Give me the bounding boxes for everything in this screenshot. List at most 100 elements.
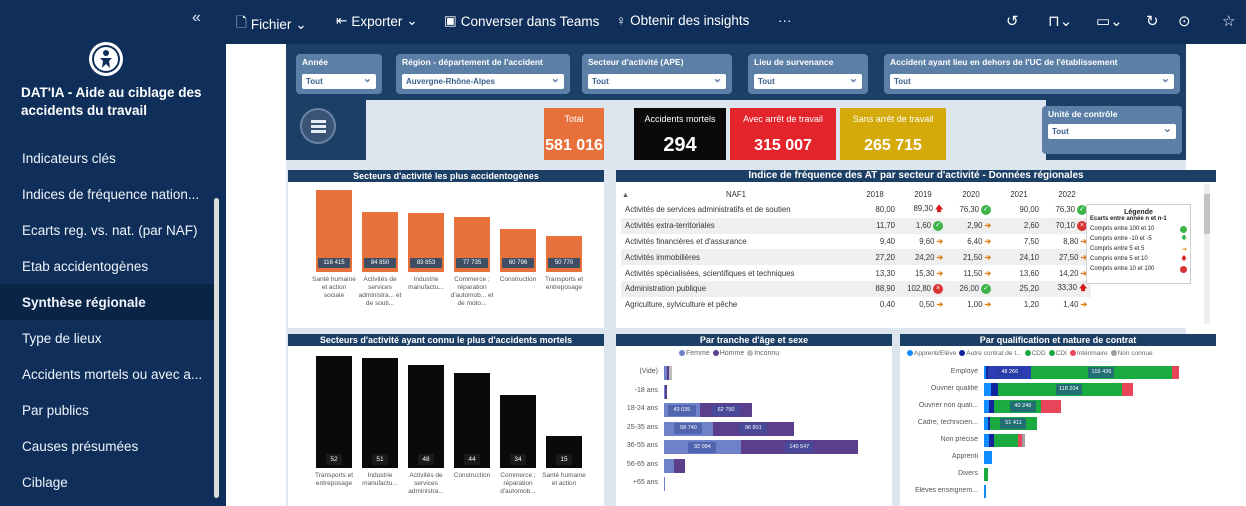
nav-item-causes-presumees[interactable]: Causes présumées (0, 428, 216, 464)
nav-item-etab-accidentogenes[interactable]: Etab accidentogènes (0, 248, 216, 284)
slicer-unite-controle[interactable]: Unité de contrôle Tout (1042, 106, 1182, 154)
table-row[interactable]: Activités de services administratifs et … (621, 202, 1091, 218)
age-label: 56-65 ans (626, 460, 658, 468)
table-row[interactable]: Activités spécialisées, scientifiques et… (621, 265, 1091, 281)
bar-segment[interactable] (984, 451, 993, 464)
comment-icon[interactable]: ⊙ (1178, 12, 1191, 30)
nav-item-ecarts-reg-nat[interactable]: Ecarts reg. vs. nat. (par NAF) (0, 212, 216, 248)
data-label: 62 790 (712, 404, 741, 416)
bar-segment[interactable] (997, 383, 1016, 396)
table-row[interactable]: Activités financières et d'assurance 9,40… (621, 234, 1091, 250)
data-label: 140 547 (785, 441, 814, 453)
collapse-sidebar-icon[interactable]: « (192, 9, 201, 27)
col-header-2018[interactable]: 2018 (851, 187, 899, 202)
bookmark-icon[interactable]: ⊓⌄ (1048, 12, 1072, 30)
more-options-button[interactable]: ··· (778, 13, 792, 28)
nav-item-synthese-regionale[interactable]: Synthèse régionale (0, 284, 216, 320)
panel-title: Secteurs d'activité les plus accidentogè… (288, 170, 604, 182)
table-row[interactable]: Activités extra-territoriales 11,70 1,60 ✓ 2… (621, 217, 1091, 234)
col-header-2020[interactable]: 2020 (947, 187, 995, 202)
sidebar-scrollbar[interactable] (214, 198, 219, 498)
slicer-secteur[interactable]: Secteur d'activité (APE) Tout (582, 54, 732, 94)
table-row[interactable]: Administration publique 88,90 102,80 × 26,00… (621, 280, 1091, 297)
freq-index-table: NAF1 2018 2019 2020 2021 2022 Activités … (621, 187, 1091, 313)
value-text: 33,30 (1057, 283, 1077, 293)
bar-segment[interactable] (993, 400, 1005, 413)
legend-dot (907, 350, 913, 357)
value-cell: 90,00 (995, 202, 1043, 218)
bar-inconnu[interactable] (669, 366, 672, 380)
legend-label: Non connue (1117, 350, 1153, 357)
slicer-dropdown[interactable]: Tout (754, 74, 862, 89)
bar-segment[interactable] (1040, 400, 1061, 413)
arrow-right-icon: ➔ (1080, 300, 1087, 310)
slicer-dropdown[interactable]: Tout (890, 74, 1174, 89)
bar-segment[interactable] (984, 485, 987, 498)
table-row[interactable]: Activités immobilières 27,20 24,20 ➔ 21,50 ➔ 2… (621, 249, 1091, 266)
col-header-2019[interactable]: 2019 (899, 187, 947, 202)
slicer-dropdown[interactable]: Tout (588, 74, 726, 89)
insights-button[interactable]: ♀ Obtenir des insights (616, 13, 749, 28)
bar-segment[interactable] (1007, 434, 1019, 447)
nav-item-ciblage[interactable]: Ciblage (0, 464, 216, 500)
check-circle-icon: ✓ (933, 220, 943, 231)
chart-bar[interactable] (408, 364, 444, 468)
data-label: 15 (556, 454, 572, 465)
col-header-2021[interactable]: 2021 (995, 187, 1043, 202)
bar-segment[interactable] (984, 468, 988, 481)
bar-segment[interactable] (984, 383, 992, 396)
chart-bar[interactable] (316, 356, 352, 468)
favorite-star-icon[interactable]: ☆ (1222, 12, 1235, 30)
bar-femme[interactable] (664, 458, 674, 473)
value-text: 76,30 (1055, 204, 1075, 214)
view-icon[interactable]: ▭⌄ (1096, 12, 1123, 30)
menu-hamburger-icon[interactable] (300, 108, 336, 144)
teams-button[interactable]: ▣ Converser dans Teams (444, 13, 599, 29)
legend-label: Femme (686, 350, 710, 357)
category-label: Industrie manufactu... (362, 472, 398, 487)
slicer-lieu[interactable]: Lieu de survenance Tout (748, 54, 868, 94)
nav-item-par-publics[interactable]: Par publics (0, 392, 216, 428)
slicer-dropdown[interactable]: Tout (1048, 124, 1176, 139)
value-text: 102,80 (907, 283, 931, 293)
slicer-region[interactable]: Région - département de l'accident Auver… (396, 54, 570, 94)
bar-segment[interactable] (993, 434, 1008, 447)
sort-ascending-icon[interactable]: ▲ (622, 192, 629, 199)
bar-femme[interactable] (664, 477, 666, 491)
legend-dot (1024, 350, 1031, 357)
value-cell: 102,80 × (899, 280, 947, 297)
nav-item-indices-frequence[interactable]: Indices de fréquence nation... (0, 176, 216, 212)
value-text: 6,40 (967, 236, 983, 246)
table-scrollbar[interactable] (1204, 184, 1210, 324)
col-header-2022[interactable]: 2022 (1043, 187, 1091, 202)
bar-segment[interactable] (1021, 434, 1025, 447)
slicer-hors-uc[interactable]: Accident ayant lieu en dehors de l'UC de… (884, 54, 1180, 94)
nav-item-indicateurs-cles[interactable]: Indicateurs clés (0, 140, 216, 176)
value-text: 1,60 (915, 220, 931, 230)
bar-homme[interactable] (674, 458, 685, 473)
legend-text: Compris entre -10 et -5 (1090, 236, 1152, 242)
arrow-right-icon: ➔ (936, 300, 943, 310)
slicer-annee[interactable]: Année Tout (296, 54, 382, 94)
slicer-dropdown[interactable]: Tout (302, 74, 376, 89)
table-row[interactable]: Agriculture, sylviculture et pêche 0,40 0,… (621, 297, 1091, 313)
export-menu[interactable]: ⇤ Exporter ⌄ (336, 13, 418, 29)
naf-cell: Activités financières et d'assurance (625, 236, 747, 246)
legend-text: Compris entre 100 et 10 (1090, 226, 1155, 232)
bar-segment[interactable] (1171, 366, 1179, 379)
category-label: Transports et entreposage (314, 472, 354, 487)
col-header-naf[interactable]: NAF1 (621, 187, 851, 202)
reset-icon[interactable]: ↺ (1006, 12, 1019, 30)
naf-cell: Agriculture, sylviculture et pêche (625, 300, 738, 310)
legend-label: CDD (1031, 350, 1046, 357)
refresh-icon[interactable]: ↻ (1146, 12, 1159, 30)
bar-segment[interactable] (1122, 383, 1133, 396)
chart-bar[interactable] (362, 358, 398, 468)
data-label: 52 (326, 454, 342, 465)
bar-homme[interactable] (665, 384, 667, 399)
nav-item-type-de-lieux[interactable]: Type de lieux (0, 320, 216, 356)
file-menu[interactable]: 🗋 Fichier ⌄ (236, 13, 307, 36)
slicer-dropdown[interactable]: Auvergne-Rhône-Alpes (402, 74, 564, 89)
nav-item-accidents-mortels[interactable]: Accidents mortels ou avec a... (0, 356, 216, 392)
value-cell: 2,60 (995, 217, 1043, 234)
